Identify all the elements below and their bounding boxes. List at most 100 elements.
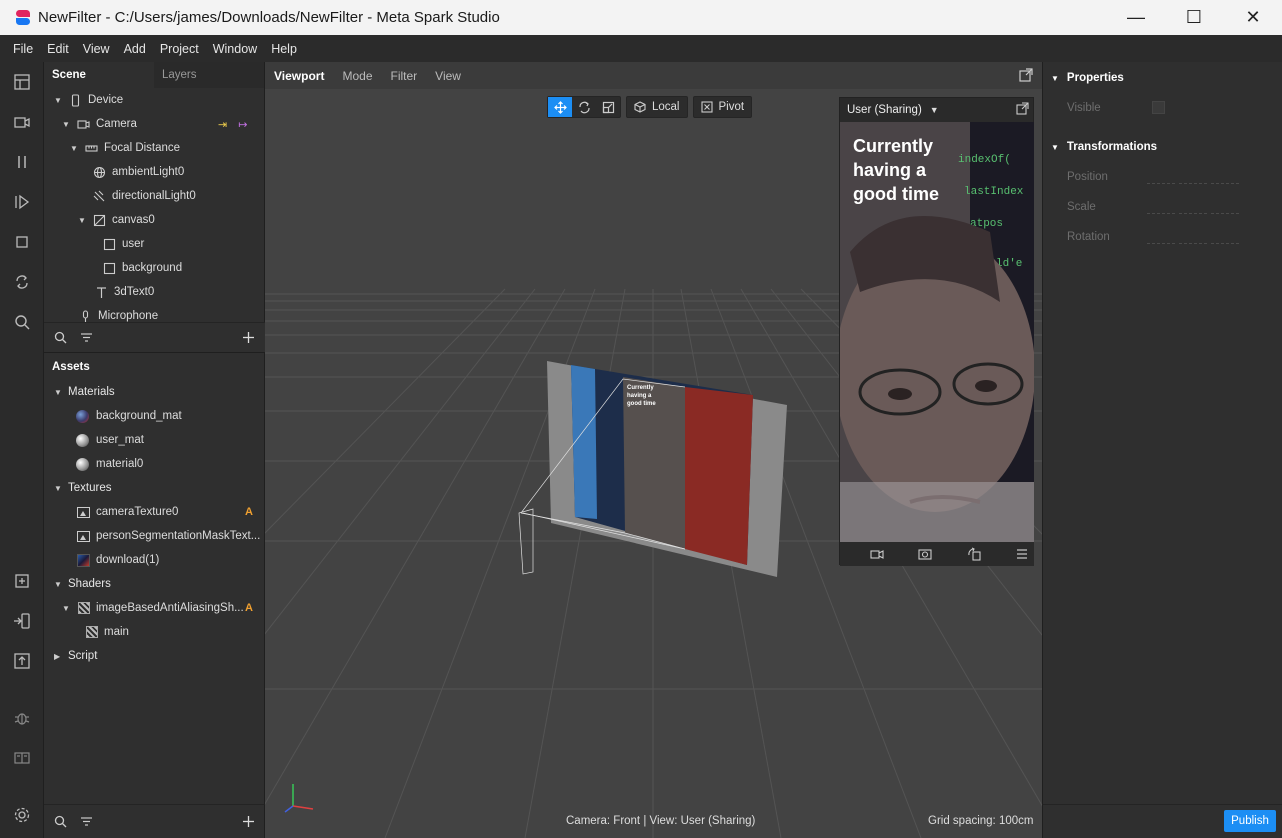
asset-item-segmentation-texture[interactable]: personSegmentationMaskText...	[77, 524, 260, 548]
tree-item-background[interactable]: background	[98, 256, 182, 280]
asset-item-download-texture[interactable]: download(1)	[77, 548, 159, 572]
visible-checkbox[interactable]	[1152, 101, 1165, 114]
pause-icon[interactable]	[12, 152, 32, 172]
menu-help[interactable]: Help	[264, 42, 304, 56]
tab-view[interactable]: View	[426, 69, 470, 83]
local-toggle-button[interactable]: Local	[626, 96, 688, 118]
arrow-out-icon[interactable]: ↦	[238, 119, 247, 131]
tab-mode[interactable]: Mode	[333, 69, 381, 83]
menu-view[interactable]: View	[76, 42, 117, 56]
title-bar: NewFilter - C:/Users/james/Downloads/New…	[0, 0, 1282, 35]
tree-item-directional-light[interactable]: directionalLight0	[88, 184, 196, 208]
add-asset-icon[interactable]	[242, 815, 256, 829]
add-object-icon[interactable]	[242, 331, 256, 345]
chevron-right-icon[interactable]: ▶	[54, 652, 64, 661]
add-file-icon[interactable]	[12, 571, 32, 591]
scene-panel: Scene Layers ▼ Device ⇥ ↦ ▼ Camera ▼ Foc…	[44, 62, 265, 352]
arrow-in-icon[interactable]: ⇥	[218, 119, 227, 131]
close-window-button[interactable]: ✕	[1224, 0, 1282, 35]
tree-item-user[interactable]: user	[98, 232, 144, 256]
pivot-toggle-button[interactable]: Pivot	[692, 96, 753, 118]
send-to-device-icon[interactable]	[12, 611, 32, 631]
step-play-icon[interactable]	[12, 192, 32, 212]
menu-add[interactable]: Add	[117, 42, 153, 56]
transformations-title: Transformations	[1066, 141, 1158, 153]
tree-item-3dtext[interactable]: 3dText0	[90, 280, 154, 304]
asset-group-textures[interactable]: ▼ Textures	[54, 476, 111, 500]
rotation-fields[interactable]	[1147, 230, 1243, 244]
stop-icon[interactable]	[12, 232, 32, 252]
preview-device-select[interactable]: User (Sharing)	[847, 104, 922, 116]
maximize-button[interactable]: ☐	[1165, 0, 1223, 35]
asset-item-material0[interactable]: material0	[76, 452, 143, 476]
svg-text:having a: having a	[627, 393, 652, 399]
popout-icon[interactable]	[1016, 102, 1029, 115]
search-icon[interactable]	[54, 815, 68, 829]
asset-item-camera-texture[interactable]: cameraTexture0 A	[77, 500, 265, 524]
layout-icon[interactable]	[12, 72, 32, 92]
tab-filter[interactable]: Filter	[382, 69, 427, 83]
tree-item-device[interactable]: ▼ Device	[54, 88, 123, 112]
refresh-icon[interactable]	[12, 272, 32, 292]
asset-item-label: cameraTexture0	[96, 506, 179, 518]
chevron-down-icon[interactable]: ▼	[78, 216, 88, 225]
chevron-down-icon[interactable]: ▼	[1051, 74, 1059, 83]
asset-item-shader[interactable]: ▼ imageBasedAntiAliasingSh... A	[62, 596, 265, 620]
move-tool-icon[interactable]	[548, 97, 572, 117]
chevron-down-icon[interactable]: ▼	[62, 604, 72, 613]
tree-item-label: Camera	[96, 118, 137, 130]
asset-item-user-mat[interactable]: user_mat	[76, 428, 144, 452]
tree-item-canvas[interactable]: ▼ canvas0	[78, 208, 155, 232]
menu-window[interactable]: Window	[206, 42, 264, 56]
rotate-tool-icon[interactable]	[572, 97, 596, 117]
video-icon[interactable]	[12, 112, 32, 132]
asset-group-shaders[interactable]: ▼ Shaders	[54, 572, 111, 596]
chevron-down-icon[interactable]: ▼	[54, 96, 64, 105]
capture-photo-icon[interactable]	[918, 547, 932, 561]
publish-button[interactable]: Publish	[1224, 810, 1276, 832]
chevron-down-icon[interactable]: ▼	[54, 388, 64, 397]
tree-item-focal-distance[interactable]: ▼ Focal Distance	[70, 136, 180, 160]
upload-icon[interactable]	[12, 651, 32, 671]
menu-edit[interactable]: Edit	[40, 42, 76, 56]
menu-icon[interactable]	[1015, 547, 1029, 561]
settings-gear-icon[interactable]	[12, 805, 32, 825]
chevron-down-icon[interactable]: ▼	[930, 105, 939, 115]
filter-icon[interactable]	[80, 815, 94, 829]
tab-viewport[interactable]: Viewport	[265, 69, 333, 83]
chevron-down-icon[interactable]: ▼	[54, 580, 64, 589]
search-icon[interactable]	[12, 312, 32, 332]
chevron-down-icon[interactable]: ▼	[1051, 143, 1059, 152]
expand-icon[interactable]	[1019, 68, 1033, 82]
docs-icon[interactable]	[12, 748, 32, 768]
shader-icon	[86, 626, 98, 638]
tree-item-camera[interactable]: ▼ Camera	[62, 112, 137, 136]
tab-scene[interactable]: Scene	[44, 62, 154, 88]
asset-item-shader-main[interactable]: main	[86, 620, 129, 644]
scale-tool-icon[interactable]	[596, 97, 620, 117]
transform-tools	[547, 96, 621, 118]
transformations-section[interactable]: ▼ Transformations	[1051, 136, 1157, 158]
tab-layers[interactable]: Layers	[154, 62, 264, 88]
record-video-icon[interactable]	[870, 547, 884, 561]
assets-panel-footer	[44, 804, 265, 838]
menu-file[interactable]: File	[6, 42, 40, 56]
asset-group-materials[interactable]: ▼ Materials	[54, 380, 115, 404]
chevron-down-icon[interactable]: ▼	[70, 144, 80, 153]
properties-section[interactable]: ▼ Properties	[1051, 67, 1124, 89]
minimize-button[interactable]: —	[1107, 0, 1165, 35]
chevron-down-icon[interactable]: ▼	[54, 484, 64, 493]
position-fields[interactable]	[1147, 170, 1243, 184]
asset-item-background-mat[interactable]: background_mat	[76, 404, 182, 428]
rotate-device-icon[interactable]	[967, 547, 981, 561]
scale-fields[interactable]	[1147, 200, 1243, 214]
chevron-down-icon[interactable]: ▼	[62, 120, 72, 129]
filter-icon[interactable]	[80, 331, 94, 345]
asset-group-script[interactable]: ▶ Script	[54, 644, 97, 668]
search-icon[interactable]	[54, 331, 68, 345]
bug-icon[interactable]	[12, 708, 32, 728]
menu-project[interactable]: Project	[153, 42, 206, 56]
tree-item-ambient-light[interactable]: ambientLight0	[88, 160, 184, 184]
tree-item-microphone[interactable]: Microphone	[74, 304, 158, 322]
rectangle-icon	[102, 261, 116, 275]
